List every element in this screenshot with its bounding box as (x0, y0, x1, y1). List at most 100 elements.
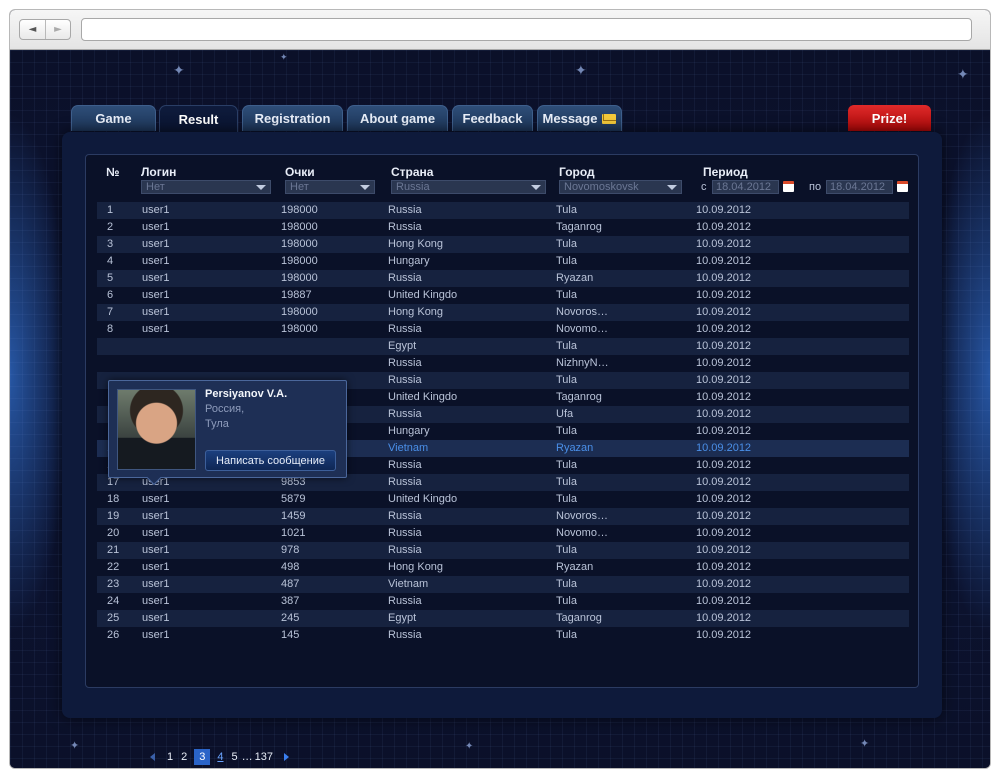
tab-registration[interactable]: Registration (242, 105, 343, 131)
table-row[interactable]: 4 user1 198000 Hungary Tula 10.09.2012 (97, 253, 909, 270)
row-login: user1 (142, 510, 170, 522)
page-link[interactable]: 5 (232, 751, 238, 763)
row-city: Tula (556, 544, 577, 556)
header-country: Страна (391, 165, 434, 179)
row-city: Tula (556, 255, 577, 267)
last-page-link[interactable]: 137 (255, 751, 273, 763)
current-page[interactable]: 3 (194, 749, 211, 765)
table-row[interactable]: 20 user1 1021 Russia Novomo… 10.09.2012 (97, 525, 909, 542)
calendar-icon[interactable] (783, 181, 794, 192)
forward-button[interactable]: ► (45, 20, 70, 39)
tab-result[interactable]: Result (159, 105, 238, 133)
table-row[interactable]: 3 user1 198000 Hong Kong Tula 10.09.2012 (97, 236, 909, 253)
country-filter-select[interactable]: Russia (391, 180, 546, 194)
tab-about-game[interactable]: About game (347, 105, 448, 131)
header-period: Период (703, 165, 748, 179)
row-date: 10.09.2012 (696, 476, 752, 488)
row-country: Russia (388, 629, 422, 641)
user-country: Россия, (205, 403, 245, 415)
row-city: Novoros… (556, 510, 608, 522)
star-decoration: ✦ (575, 63, 587, 79)
table-row[interactable]: 1 user1 198000 Russia Tula 10.09.2012 (97, 202, 909, 219)
city-filter-select[interactable]: Novomoskovsk (559, 180, 682, 194)
period-to-input[interactable]: 18.04.2012 (826, 180, 893, 194)
row-city: Tula (556, 289, 577, 301)
tab-game[interactable]: Game (71, 105, 156, 131)
select-value: Нет (146, 181, 165, 193)
row-date: 10.09.2012 (696, 374, 752, 386)
row-number: 7 (107, 306, 114, 318)
row-city: Taganrog (556, 391, 602, 403)
user-photo (117, 389, 196, 470)
table-row[interactable]: 22 user1 498 Hong Kong Ryazan 10.09.2012 (97, 559, 909, 576)
row-date: 10.09.2012 (696, 612, 752, 624)
table-row[interactable]: Egypt Tula 10.09.2012 (97, 338, 909, 355)
table-row[interactable]: 19 user1 1459 Russia Novoros… 10.09.2012 (97, 508, 909, 525)
user-popup: Persiyanov V.A. Россия, Тула Написать со… (108, 380, 347, 486)
row-city: Tula (556, 595, 577, 607)
row-login: user1 (142, 544, 170, 556)
row-login: user1 (142, 272, 170, 284)
table-row[interactable]: 2 user1 198000 Russia Taganrog 10.09.2012 (97, 219, 909, 236)
login-filter-select[interactable]: Нет (141, 180, 271, 194)
row-date: 10.09.2012 (696, 204, 752, 216)
table-row[interactable]: 8 user1 198000 Russia Novomo… 10.09.2012 (97, 321, 909, 338)
row-login: user1 (142, 238, 170, 250)
star-decoration: ✦ (70, 739, 80, 752)
table-row[interactable]: 25 user1 245 Egypt Taganrog 10.09.2012 (97, 610, 909, 627)
send-message-button[interactable]: Написать сообщение (205, 450, 336, 471)
row-city: Ryazan (556, 272, 594, 284)
row-score: 487 (281, 578, 300, 590)
calendar-icon[interactable] (897, 181, 908, 192)
page-link[interactable]: 2 (181, 751, 187, 763)
page-link[interactable]: 1 (167, 751, 173, 763)
prev-page-icon[interactable] (150, 753, 155, 761)
header-login: Логин (141, 165, 177, 179)
table-row[interactable]: 6 user1 19887 United Kingdo Tula 10.09.2012 (97, 287, 909, 304)
tab-label: Message (542, 111, 598, 126)
row-date: 10.09.2012 (696, 289, 752, 301)
row-city: Tula (556, 425, 577, 437)
table-row[interactable]: 23 user1 487 Vietnam Tula 10.09.2012 (97, 576, 909, 593)
score-filter-select[interactable]: Нет (285, 180, 375, 194)
row-country: Hungary (388, 425, 430, 437)
table-row[interactable]: 7 user1 198000 Hong Kong Novoros… 10.09.2012 (97, 304, 909, 321)
page-link[interactable]: 4 (217, 751, 223, 763)
star-decoration: ✦ (860, 737, 870, 750)
tab-label: Game (95, 111, 132, 126)
row-score: 245 (281, 612, 300, 624)
row-city: Taganrog (556, 612, 602, 624)
table-row[interactable]: 26 user1 145 Russia Tula 10.09.2012 (97, 627, 909, 644)
select-value: Novomoskovsk (564, 181, 639, 193)
period-from-input[interactable]: 18.04.2012 (712, 180, 779, 194)
period-to-label: по (809, 181, 822, 193)
tab-message[interactable]: Message (537, 105, 622, 131)
tab-feedback[interactable]: Feedback (452, 105, 533, 131)
row-country: Russia (388, 272, 422, 284)
pagination: 1 2 3 4 5 … 137 (150, 749, 289, 765)
prize-button[interactable]: Prize! (848, 105, 931, 131)
row-country: Russia (388, 221, 422, 233)
row-number: 8 (107, 323, 114, 335)
table-row[interactable]: 24 user1 387 Russia Tula 10.09.2012 (97, 593, 909, 610)
table-row[interactable]: Russia NizhnyN… 10.09.2012 (97, 355, 909, 372)
row-login: user1 (142, 595, 170, 607)
next-page-icon[interactable] (283, 753, 289, 761)
back-button[interactable]: ◄ (20, 20, 45, 39)
table-row[interactable]: 5 user1 198000 Russia Ryazan 10.09.2012 (97, 270, 909, 287)
row-date: 10.09.2012 (696, 544, 752, 556)
row-city: Tula (556, 476, 577, 488)
period-from-label: с (701, 181, 707, 193)
row-country: Russia (388, 357, 422, 369)
row-date: 10.09.2012 (696, 578, 752, 590)
table-row[interactable]: 21 user1 978 Russia Tula 10.09.2012 (97, 542, 909, 559)
address-bar[interactable] (81, 18, 972, 41)
table-row[interactable]: 18 user1 5879 United Kingdo Tula 10.09.2012 (97, 491, 909, 508)
row-login: user1 (142, 306, 170, 318)
row-country: United Kingdo (388, 493, 458, 505)
row-date: 10.09.2012 (696, 357, 752, 369)
row-date: 10.09.2012 (696, 510, 752, 522)
row-city: Novomo… (556, 527, 608, 539)
row-city: NizhnyN… (556, 357, 609, 369)
tab-label: Registration (254, 111, 331, 126)
